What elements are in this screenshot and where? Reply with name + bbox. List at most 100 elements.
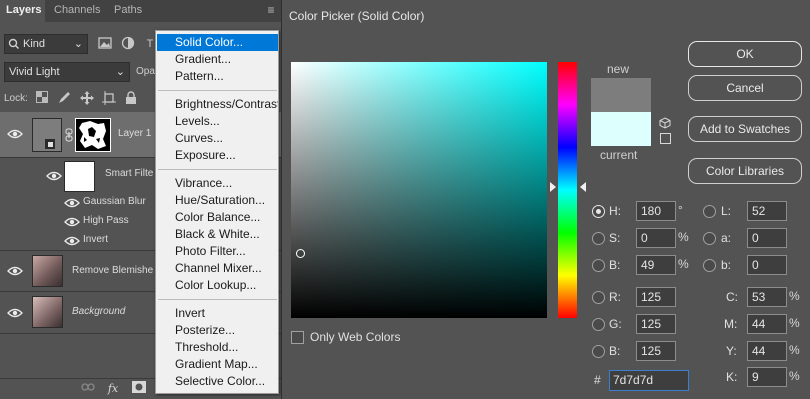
smart-filter-name: Gaussian Blur [83,196,146,207]
hex-label: # [594,373,601,387]
eye-icon[interactable] [7,129,23,139]
lock-all-icon[interactable] [123,91,139,107]
radio-h[interactable] [592,205,605,218]
menu-item-selective-color[interactable]: Selective Color... [157,373,278,390]
color-picker-dialog: Color Picker (Solid Color) new current O… [281,0,810,399]
only-web-colors-label[interactable]: Only Web Colors [310,330,400,344]
eye-icon[interactable] [64,236,80,246]
link-layers-icon[interactable] [80,381,96,397]
chevron-down-icon: ⌄ [115,66,125,78]
hue-slider-left-arrow[interactable] [550,182,556,192]
c-field[interactable]: 53 [747,287,787,307]
radio-r[interactable] [592,291,605,304]
fx-icon[interactable]: fx [105,381,121,397]
lock-position-icon[interactable] [79,91,95,107]
radio-s[interactable] [592,232,605,245]
smart-object-icon [45,139,55,149]
k-label: K: [726,370,738,384]
layer-name[interactable]: Layer 1 [118,128,151,139]
a-label: a: [721,231,732,245]
menu-item-brightness-contrast[interactable]: Brightness/Contrast... [157,96,278,113]
radio-a[interactable] [703,232,716,245]
cancel-button[interactable]: Cancel [688,75,802,101]
h-field[interactable]: 180 [636,201,676,221]
r-label: R: [609,290,621,304]
radio-b-brightness[interactable] [592,259,605,272]
layer-thumbnail [32,118,62,152]
chevron-down-icon: ⌄ [73,38,83,50]
only-web-colors-checkbox[interactable] [291,331,304,344]
menu-item-levels[interactable]: Levels... [157,113,278,130]
eye-icon[interactable] [64,198,80,208]
b-brightness-field[interactable]: 49 [636,255,676,275]
menu-item-color-balance[interactable]: Color Balance... [157,209,278,226]
hex-field[interactable]: 7d7d7d [609,370,689,391]
menu-item-vibrance[interactable]: Vibrance... [157,175,278,192]
color-libraries-button[interactable]: Color Libraries [688,158,802,184]
search-icon [8,35,20,59]
menu-separator [158,90,277,91]
image-filter-icon[interactable] [97,36,113,52]
eye-icon[interactable] [7,266,23,276]
menu-item-black-white[interactable]: Black & White... [157,226,278,243]
r-field[interactable]: 125 [636,287,676,307]
eye-icon[interactable] [64,217,80,227]
lock-artboard-icon[interactable] [101,91,117,107]
menu-item-hue-saturation[interactable]: Hue/Saturation... [157,192,278,209]
menu-item-solid-color[interactable]: Solid Color... [157,34,278,51]
k-field[interactable]: 9 [747,367,787,387]
hue-slider-right-arrow[interactable] [580,182,586,192]
new-color-swatch [591,78,651,112]
add-to-swatches-button[interactable]: Add to Swatches [688,116,802,142]
lock-pixels-icon[interactable] [56,91,72,107]
hue-slider[interactable] [558,62,577,318]
menu-item-threshold[interactable]: Threshold... [157,339,278,356]
s-field[interactable]: 0 [636,228,676,248]
blend-mode-select[interactable]: Vivid Light ⌄ [4,62,130,82]
b-brightness-label: B: [609,258,621,272]
color-field-marker[interactable] [296,249,305,258]
tab-layers[interactable]: Layers [0,0,45,22]
menu-item-posterize[interactable]: Posterize... [157,322,278,339]
smart-filter-mask-thumbnail[interactable] [64,161,95,192]
tab-paths[interactable]: Paths [108,0,148,22]
radio-g[interactable] [592,318,605,331]
b-lab-field[interactable]: 0 [747,255,787,275]
m-unit: % [789,316,800,330]
g-field[interactable]: 125 [636,314,676,334]
menu-item-channel-mixer[interactable]: Channel Mixer... [157,260,278,277]
layer-name[interactable]: Remove Blemishe [72,265,153,276]
menu-item-photo-filter[interactable]: Photo Filter... [157,243,278,260]
radio-b-blue[interactable] [592,345,605,358]
menu-item-gradient-map[interactable]: Gradient Map... [157,356,278,373]
menu-item-pattern[interactable]: Pattern... [157,68,278,85]
ok-button[interactable]: OK [688,41,802,67]
kind-filter-select[interactable]: Kind ⌄ [4,34,88,54]
g-label: G: [609,317,622,331]
add-mask-icon[interactable] [131,381,147,397]
radio-b-lab[interactable] [703,259,716,272]
link-icon[interactable] [65,128,73,142]
panel-menu-icon[interactable]: ≡ [265,3,277,17]
adjustment-filter-icon[interactable] [120,36,136,52]
b-blue-field[interactable]: 125 [636,341,676,361]
eye-icon[interactable] [7,308,23,318]
menu-item-curves[interactable]: Curves... [157,130,278,147]
color-field[interactable] [291,62,547,318]
a-field[interactable]: 0 [747,228,787,248]
menu-item-color-lookup[interactable]: Color Lookup... [157,277,278,294]
eye-icon[interactable] [46,171,62,181]
tab-channels[interactable]: Channels [48,0,106,22]
y-field[interactable]: 44 [747,341,787,361]
lock-transparency-icon[interactable] [34,91,50,107]
layer-mask-thumbnail[interactable] [75,118,111,152]
current-color-swatch[interactable] [591,112,651,146]
menu-item-gradient[interactable]: Gradient... [157,51,278,68]
l-field[interactable]: 52 [747,201,787,221]
menu-item-invert[interactable]: Invert [157,305,278,322]
menu-item-exposure[interactable]: Exposure... [157,147,278,164]
layer-name[interactable]: Background [72,306,125,317]
m-field[interactable]: 44 [747,314,787,334]
dialog-title: Color Picker (Solid Color) [282,0,810,32]
radio-l[interactable] [703,205,716,218]
